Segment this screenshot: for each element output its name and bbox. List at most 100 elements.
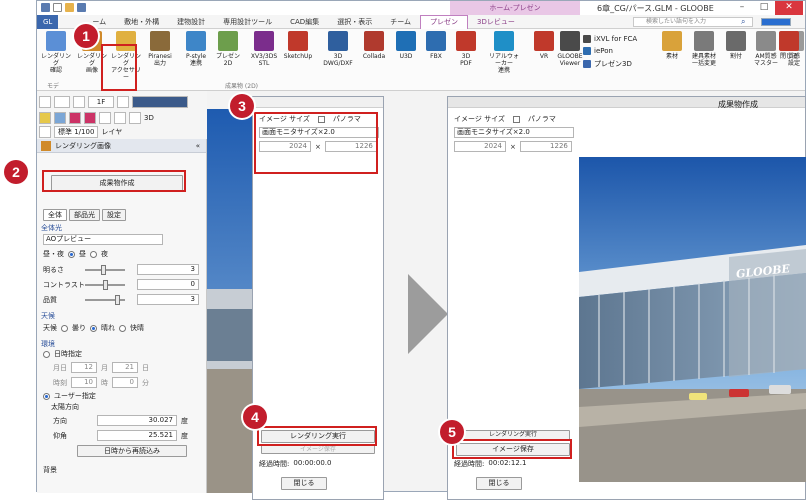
tab-site[interactable]: 敷地・外構 — [115, 17, 168, 27]
grid-icon[interactable] — [99, 112, 111, 124]
ribbon-close-button[interactable]: 閉じる — [775, 31, 803, 60]
step-1-marker: 1 — [74, 24, 98, 48]
maximize-button[interactable]: □ — [753, 1, 775, 15]
dialog1-close-button[interactable]: 閉じる — [281, 477, 327, 490]
app-icon[interactable] — [41, 3, 50, 12]
ribbon-button-13[interactable]: リアルウォーカー 連携 — [487, 31, 521, 74]
section-all-light: 全体光 — [41, 224, 62, 232]
ribbon-button-4[interactable]: P-style 連携 — [179, 31, 213, 67]
ribbon-button-label: XV3/3DS STL — [250, 53, 278, 67]
month-input[interactable]: 12 — [71, 362, 97, 373]
ribbon-button-15[interactable]: GLOOBE Viewer — [553, 31, 587, 67]
subtab-settings[interactable]: 設定 — [102, 209, 126, 221]
ribbon-small-item-2[interactable]: プレゼン3D — [583, 59, 632, 69]
line-tool-icon[interactable] — [69, 112, 81, 124]
ribbon-toggle[interactable] — [761, 18, 791, 26]
ribbon-button-10[interactable]: U3D — [389, 31, 423, 60]
ribbon-button-label: Collada — [362, 53, 386, 60]
azimuth-input[interactable]: 30.027 — [97, 415, 177, 426]
highlight-create-output-button — [42, 170, 186, 192]
home-icon[interactable] — [117, 96, 129, 108]
context-tab-header: ホーム-プレゼン — [450, 1, 580, 15]
tab-building[interactable]: 建物設計 — [168, 17, 214, 27]
quality-slider[interactable] — [85, 294, 125, 305]
snap-icon[interactable] — [54, 112, 66, 124]
ribbon-right-button-0[interactable]: 素材 — [657, 31, 687, 60]
ribbon-small-item-0[interactable]: iXVL for FCA — [583, 35, 637, 43]
tab-gl[interactable]: GL — [37, 14, 59, 29]
quality-input[interactable]: 3 — [137, 294, 199, 305]
brightness-slider[interactable] — [85, 264, 125, 275]
dialog2-panorama-checkbox[interactable] — [512, 115, 520, 123]
highlight-save-button — [452, 439, 572, 459]
elevation-input[interactable]: 25.521 — [97, 430, 177, 441]
tab-presentation[interactable]: プレゼン — [420, 14, 468, 29]
hour-input[interactable]: 10 — [71, 377, 97, 388]
ribbon-button-6[interactable]: XV3/3DS STL — [247, 31, 281, 67]
contrast-slider[interactable] — [85, 279, 125, 290]
night-radio[interactable] — [90, 250, 97, 258]
ribbon-button-11[interactable]: FBX — [419, 31, 453, 60]
brightness-input[interactable]: 3 — [137, 264, 199, 275]
open-file-icon[interactable] — [65, 3, 74, 12]
clear-radio[interactable] — [119, 324, 126, 332]
subtab-all[interactable]: 全体 — [43, 209, 67, 221]
scale-select[interactable]: 標準 1/100 — [54, 126, 99, 138]
ribbon-button-3[interactable]: Piranesi 出力 — [143, 31, 177, 67]
ribbon-button-icon — [150, 31, 170, 51]
close-window-button[interactable]: ✕ — [775, 1, 803, 15]
reread-from-date-button[interactable]: 日時から再読込み — [77, 445, 187, 457]
camera-icon[interactable] — [39, 126, 51, 138]
tab-team[interactable]: チーム — [381, 17, 420, 27]
gl-icon[interactable] — [54, 96, 70, 108]
user-mode-radio[interactable] — [43, 392, 50, 400]
ribbon-button-9[interactable]: Collada — [357, 31, 391, 60]
contrast-input[interactable]: 0 — [137, 279, 199, 290]
search-icon[interactable]: ⌕ — [741, 17, 755, 27]
layer-select[interactable]: レイヤ — [101, 127, 122, 137]
cloudy-radio[interactable] — [61, 324, 68, 332]
ribbon-button-8[interactable]: 3D DWG/DXF — [321, 31, 355, 67]
ribbon-button-7[interactable]: SketchUp — [281, 31, 315, 60]
sunny-radio[interactable] — [90, 324, 97, 332]
nav-back-icon[interactable] — [39, 96, 51, 108]
elevation-label: 仰角 — [53, 431, 67, 440]
new-file-icon[interactable] — [53, 3, 62, 12]
layer-icon[interactable] — [73, 96, 85, 108]
help-search-input[interactable]: 検索したい語句を入力 — [633, 17, 753, 27]
polyline-icon[interactable] — [84, 112, 96, 124]
subtab-part-light[interactable]: 部品光 — [69, 209, 100, 221]
draw-tool-icon[interactable] — [39, 112, 51, 124]
ribbon-button-5[interactable]: プレゼン 2D — [211, 31, 245, 67]
ribbon-button-icon — [426, 31, 446, 51]
floor-select[interactable]: 1F — [88, 96, 114, 108]
dialog2-size-select[interactable]: 画面モニタサイズ×2.0 — [454, 127, 574, 138]
ribbon-button-12[interactable]: 3D PDF — [449, 31, 483, 67]
tab-3d-review[interactable]: 3Dレビュー — [468, 17, 524, 27]
dialog2-close-button[interactable]: 閉じる — [476, 477, 522, 490]
view-3d-icon[interactable] — [129, 112, 141, 124]
ribbon-small-item-icon — [583, 60, 591, 68]
dialog2-width-input[interactable]: 2024 — [454, 141, 506, 152]
ribbon-button-0[interactable]: レンダリング 確認 — [39, 31, 73, 74]
section-environment: 環境 — [41, 340, 55, 348]
dialog2-height-input[interactable]: 1226 — [519, 141, 572, 152]
date-mode-radio[interactable] — [43, 350, 50, 358]
dimension-icon[interactable] — [114, 112, 126, 124]
tab-special-tools[interactable]: 専用設計ツール — [214, 17, 281, 27]
collapse-icon[interactable]: « — [196, 142, 200, 150]
tab-cad-edit[interactable]: CAD編集 — [281, 17, 328, 27]
ribbon-right-button-1[interactable]: 建具素材 一括変更 — [689, 31, 719, 67]
minute-input[interactable]: 0 — [112, 377, 138, 388]
viewport-3d[interactable] — [207, 109, 253, 493]
dialog1-elapsed-value: 00:00:00.0 — [293, 459, 332, 467]
minimize-button[interactable]: – — [731, 1, 753, 15]
save-icon[interactable] — [77, 3, 86, 12]
ribbon-small-item-1[interactable]: iePon — [583, 47, 613, 55]
day-input[interactable]: 21 — [112, 362, 138, 373]
tab-select-view[interactable]: 選択・表示 — [328, 17, 381, 27]
ribbon-right-button-2[interactable]: 割付 — [721, 31, 751, 60]
preset-select[interactable]: AOプレビュー — [43, 234, 163, 245]
day-radio[interactable] — [68, 250, 75, 258]
view-3d-label[interactable]: 3D — [144, 114, 154, 122]
